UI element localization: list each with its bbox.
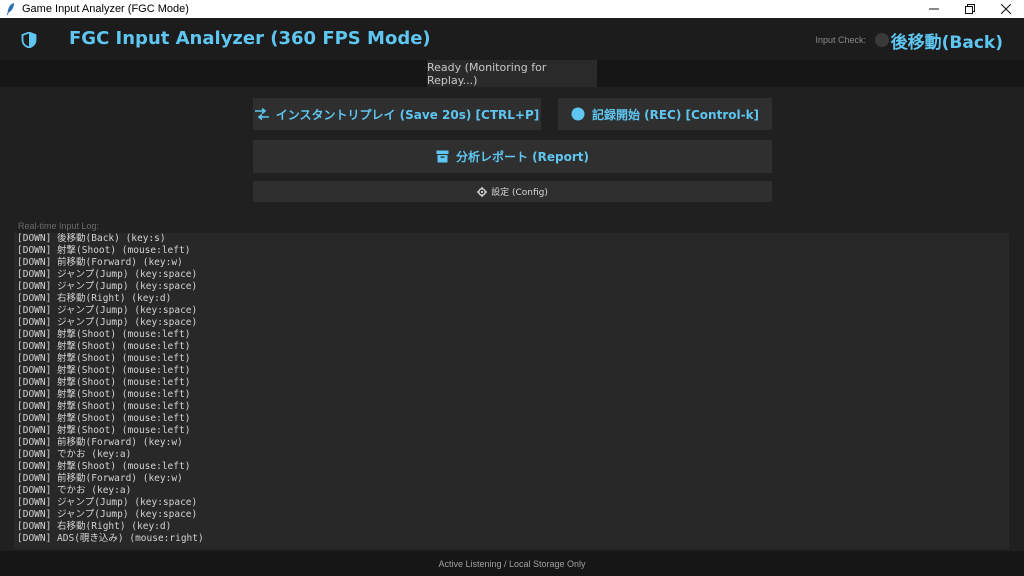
log-line: [DOWN] 射撃(Shoot) (mouse:left) — [17, 401, 191, 412]
minimize-button[interactable] — [916, 0, 952, 18]
log-line: [DOWN] 前移動(Forward) (key:w) — [17, 257, 183, 268]
log-line: [DOWN] 後移動(Back) (key:s) — [17, 233, 166, 244]
log-line: [DOWN] 射撃(Shoot) (mouse:left) — [17, 389, 191, 400]
input-indicator — [875, 33, 889, 47]
log-line: [DOWN] 右移動(Right) (key:d) — [17, 293, 172, 304]
log-line: [DOWN] 射撃(Shoot) (mouse:left) — [17, 329, 191, 340]
log-line: [DOWN] ジャンプ(Jump) (key:space) — [17, 509, 198, 520]
report-label: 分析レポート (Report) — [455, 150, 589, 164]
instant-replay-label: インスタントリプレイ (Save 20s) [CTRL+P] — [275, 107, 540, 122]
record-dot-icon — [571, 107, 585, 121]
log-line: [DOWN] 射撃(Shoot) (mouse:left) — [17, 425, 191, 436]
input-check-label: Input Check: — [815, 35, 866, 45]
app-title: FGC Input Analyzer (360 FPS Mode) — [69, 28, 431, 49]
log-line: [DOWN] ジャンプ(Jump) (key:space) — [17, 305, 198, 316]
config-label: 設定 (Config) — [491, 188, 548, 198]
log-line: [DOWN] でかお (key:a) — [17, 449, 132, 460]
log-line: [DOWN] 右移動(Right) (key:d) — [17, 521, 172, 532]
log-line: [DOWN] 射撃(Shoot) (mouse:left) — [17, 245, 191, 256]
window-controls — [916, 0, 1024, 18]
record-label: 記録開始 (REC) [Control-k] — [591, 107, 760, 122]
log-line: [DOWN] ジャンプ(Jump) (key:space) — [17, 281, 198, 292]
current-input-key: 後移動(Back) — [890, 33, 1003, 53]
log-line: [DOWN] でかお (key:a) — [17, 485, 132, 496]
report-button[interactable]: 分析レポート (Report) — [253, 140, 772, 173]
log-line: [DOWN] 射撃(Shoot) (mouse:left) — [17, 341, 191, 352]
log-line: [DOWN] 射撃(Shoot) (mouse:left) — [17, 353, 191, 364]
log-line: [DOWN] 前移動(Forward) (key:w) — [17, 437, 183, 448]
minimize-icon — [929, 8, 939, 10]
log-line: [DOWN] 前移動(Forward) (key:w) — [17, 473, 183, 484]
instant-replay-button[interactable]: インスタントリプレイ (Save 20s) [CTRL+P] — [253, 98, 541, 130]
log-line: [DOWN] ジャンプ(Jump) (key:space) — [17, 269, 198, 280]
close-button[interactable] — [988, 0, 1024, 18]
shield-icon — [21, 31, 37, 49]
log-line: [DOWN] 射撃(Shoot) (mouse:left) — [17, 377, 191, 388]
log-line: [DOWN] 射撃(Shoot) (mouse:left) — [17, 365, 191, 376]
status-text: Ready (Monitoring for Replay...) — [427, 60, 597, 87]
close-icon — [1001, 4, 1011, 14]
restore-button[interactable] — [952, 0, 988, 18]
config-button[interactable]: 設定 (Config) — [253, 181, 772, 202]
app-header: FGC Input Analyzer (360 FPS Mode) Input … — [0, 18, 1024, 60]
footer-status: Active Listening / Local Storage Only — [0, 551, 1024, 576]
log-line: [DOWN] 射撃(Shoot) (mouse:left) — [17, 413, 191, 424]
log-line: [DOWN] ADS(覗き込み) (mouse:right) — [17, 533, 204, 544]
gear-icon — [477, 186, 488, 197]
window-title: Game Input Analyzer (FGC Mode) — [22, 3, 189, 15]
feather-icon — [6, 3, 16, 15]
log-line: [DOWN] 射撃(Shoot) (mouse:left) — [17, 461, 191, 472]
archive-box-icon — [436, 150, 449, 163]
record-button[interactable]: 記録開始 (REC) [Control-k] — [558, 98, 772, 130]
title-bar: Game Input Analyzer (FGC Mode) — [0, 0, 1024, 18]
transfer-icon — [254, 108, 269, 120]
log-line: [DOWN] ジャンプ(Jump) (key:space) — [17, 497, 198, 508]
input-log[interactable]: [DOWN] 後移動(Back) (key:s) [DOWN] 射撃(Shoot)… — [14, 233, 1009, 549]
log-line: [DOWN] ジャンプ(Jump) (key:space) — [17, 317, 198, 328]
restore-icon — [965, 4, 975, 14]
log-label: Real-time Input Log: — [18, 221, 100, 231]
